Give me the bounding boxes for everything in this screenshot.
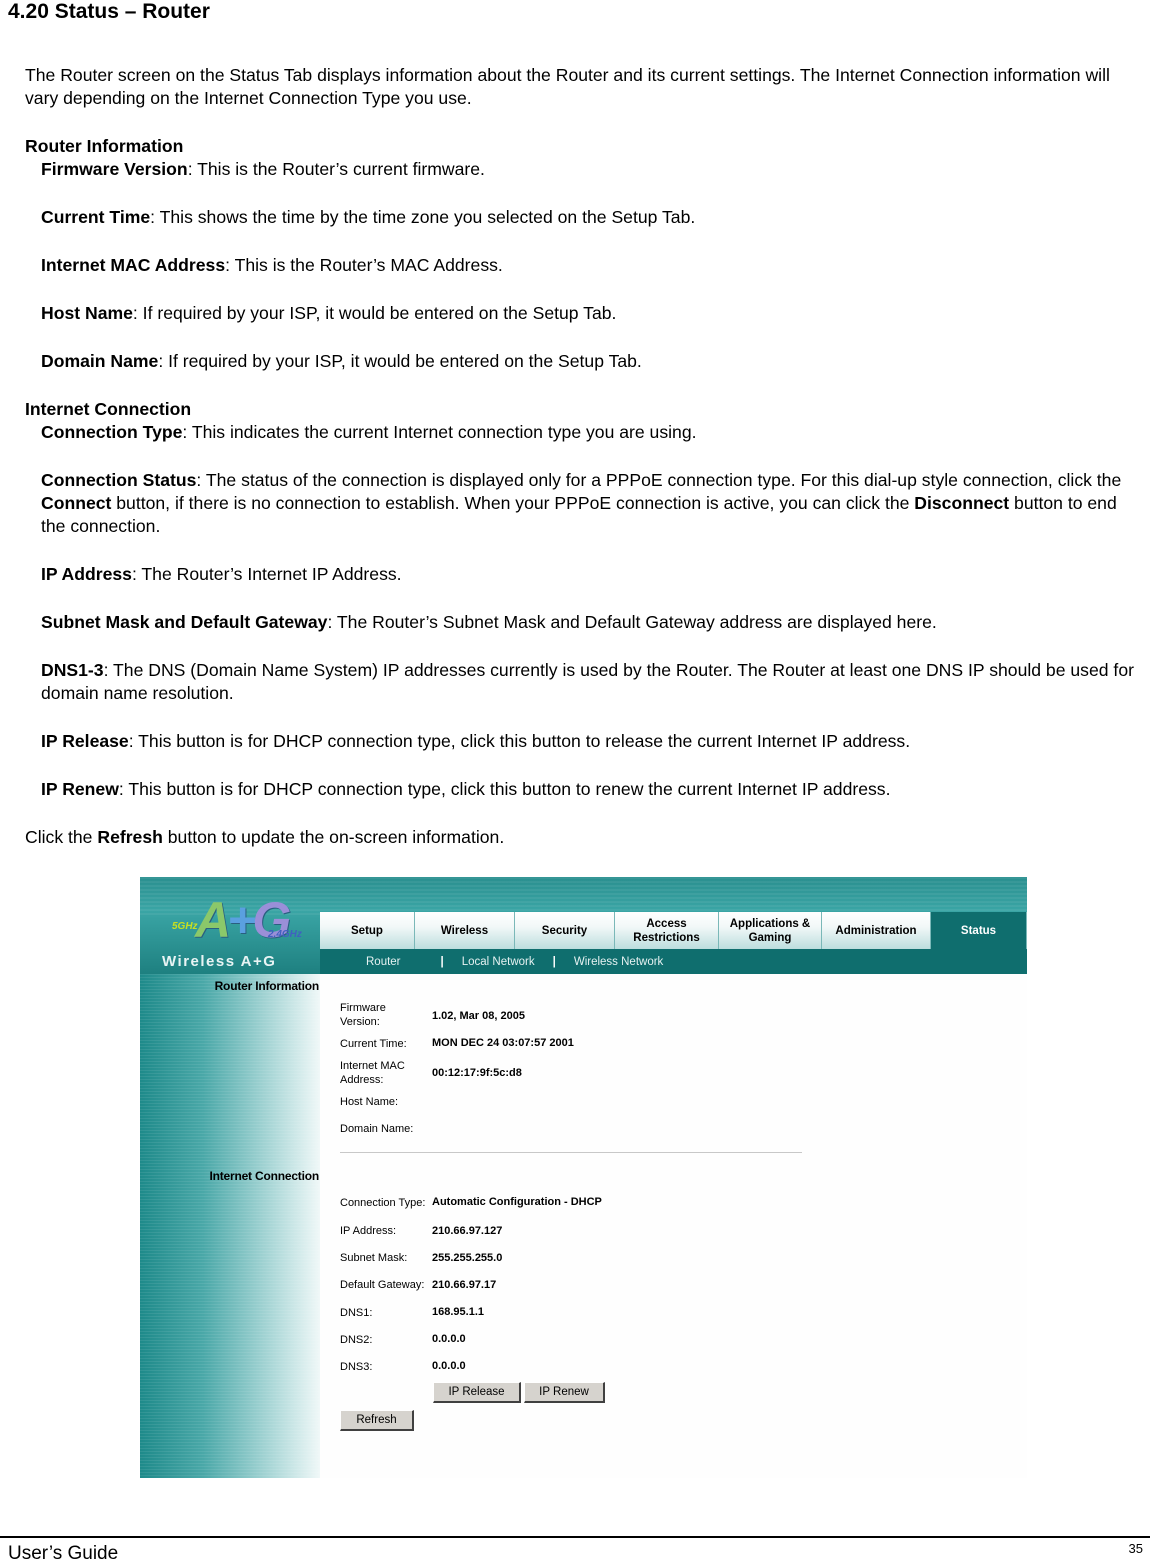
tab-applications-gaming[interactable]: Applications & Gaming bbox=[719, 912, 822, 949]
dns2-label: DNS2: bbox=[340, 1334, 373, 1346]
default-gateway-value: 210.66.97.17 bbox=[432, 1279, 497, 1291]
internet-connection-title: Internet Connection bbox=[209, 1169, 319, 1183]
dns1-value: 168.95.1.1 bbox=[432, 1306, 484, 1318]
sub-tabs: Router | Local Network | Wireless Networ… bbox=[320, 949, 1027, 974]
dns2-value: 0.0.0.0 bbox=[432, 1333, 466, 1345]
tab-administration[interactable]: Administration bbox=[822, 912, 931, 949]
host-name-desc: Host Name: If required by your ISP, it w… bbox=[41, 303, 617, 323]
current-time-value: MON DEC 24 03:07:57 2001 bbox=[432, 1037, 574, 1049]
subtab-separator: | bbox=[440, 955, 444, 968]
firmware-version-desc: Firmware Version: This is the Router’s c… bbox=[41, 159, 485, 179]
main-tabs: Setup Wireless Security Access Restricti… bbox=[320, 912, 1027, 949]
intro-paragraph: The Router screen on the Status Tab disp… bbox=[25, 65, 1110, 108]
router-information-title: Router Information bbox=[214, 979, 320, 993]
subtab-router[interactable]: Router bbox=[366, 956, 401, 968]
firmware-value: 1.02, Mar 08, 2005 bbox=[432, 1010, 525, 1022]
sidebar-gradient bbox=[140, 974, 320, 1478]
ip-release-button[interactable]: IP Release bbox=[433, 1382, 521, 1403]
router-status-screenshot: 5GHz A+G 2.4GHz Wireless A+G Setup Wirel… bbox=[140, 877, 1027, 1478]
connection-type-desc: Connection Type: This indicates the curr… bbox=[41, 422, 697, 442]
default-gateway-label: Default Gateway: bbox=[340, 1279, 425, 1291]
subtab-local-network[interactable]: Local Network bbox=[462, 956, 535, 968]
section-heading: 4.20 Status – Router bbox=[8, 0, 210, 23]
refresh-desc: Click the Refresh button to update the o… bbox=[25, 827, 505, 847]
ip-address-label: IP Address: bbox=[340, 1225, 397, 1237]
ip-release-desc: IP Release: This button is for DHCP conn… bbox=[41, 731, 911, 751]
subtab-separator: | bbox=[552, 955, 556, 968]
section-divider bbox=[340, 1152, 802, 1153]
tab-wireless[interactable]: Wireless bbox=[415, 912, 515, 949]
domain-name-desc: Domain Name: If required by your ISP, it… bbox=[41, 351, 642, 371]
ip-renew-button[interactable]: IP Renew bbox=[524, 1382, 605, 1403]
current-time-desc: Current Time: This shows the time by the… bbox=[41, 207, 696, 227]
tab-security[interactable]: Security bbox=[515, 912, 615, 949]
tab-setup[interactable]: Setup bbox=[320, 912, 415, 949]
firmware-label: Firmware Version: bbox=[340, 1002, 386, 1028]
ip-address-desc: IP Address: The Router’s Internet IP Add… bbox=[41, 564, 402, 584]
ip-renew-desc: IP Renew: This button is for DHCP connec… bbox=[41, 779, 891, 799]
tab-access-restrictions[interactable]: Access Restrictions bbox=[615, 912, 719, 949]
domain-name-label: Domain Name: bbox=[340, 1123, 414, 1135]
refresh-button[interactable]: Refresh bbox=[340, 1410, 414, 1431]
mac-value: 00:12:17:9f:5c:d8 bbox=[432, 1067, 522, 1079]
connection-type-label: Connection Type: bbox=[340, 1197, 426, 1209]
subnet-mask-label: Subnet Mask: bbox=[340, 1252, 408, 1264]
wireless-ag-logo: 5GHz A+G 2.4GHz Wireless A+G bbox=[162, 892, 302, 970]
document-body: The Router screen on the Status Tab disp… bbox=[25, 64, 1145, 849]
dns-desc: DNS1-3: The DNS (Domain Name System) IP … bbox=[41, 660, 1134, 703]
tab-status[interactable]: Status bbox=[931, 912, 1027, 949]
subnet-mask-value: 255.255.255.0 bbox=[432, 1252, 503, 1264]
dns3-label: DNS3: bbox=[340, 1361, 373, 1373]
page-number: 35 bbox=[1128, 1541, 1143, 1556]
mac-label: Internet MAC Address: bbox=[340, 1060, 405, 1086]
footer-divider bbox=[0, 1536, 1150, 1538]
current-time-label: Current Time: bbox=[340, 1038, 407, 1050]
host-name-label: Host Name: bbox=[340, 1096, 399, 1108]
ip-address-value: 210.66.97.127 bbox=[432, 1225, 503, 1237]
dns3-value: 0.0.0.0 bbox=[432, 1360, 466, 1372]
mac-address-desc: Internet MAC Address: This is the Router… bbox=[41, 255, 503, 275]
subtab-wireless-network[interactable]: Wireless Network bbox=[574, 956, 663, 968]
footer-title: User’s Guide bbox=[8, 1543, 119, 1564]
router-info-heading: Router Information bbox=[25, 136, 184, 156]
dns1-label: DNS1: bbox=[340, 1307, 373, 1319]
internet-connection-heading: Internet Connection bbox=[25, 399, 192, 419]
connection-status-desc: Connection Status: The status of the con… bbox=[41, 470, 1122, 536]
subnet-gateway-desc: Subnet Mask and Default Gateway: The Rou… bbox=[41, 612, 937, 632]
connection-type-value: Automatic Configuration - DHCP bbox=[432, 1196, 602, 1208]
